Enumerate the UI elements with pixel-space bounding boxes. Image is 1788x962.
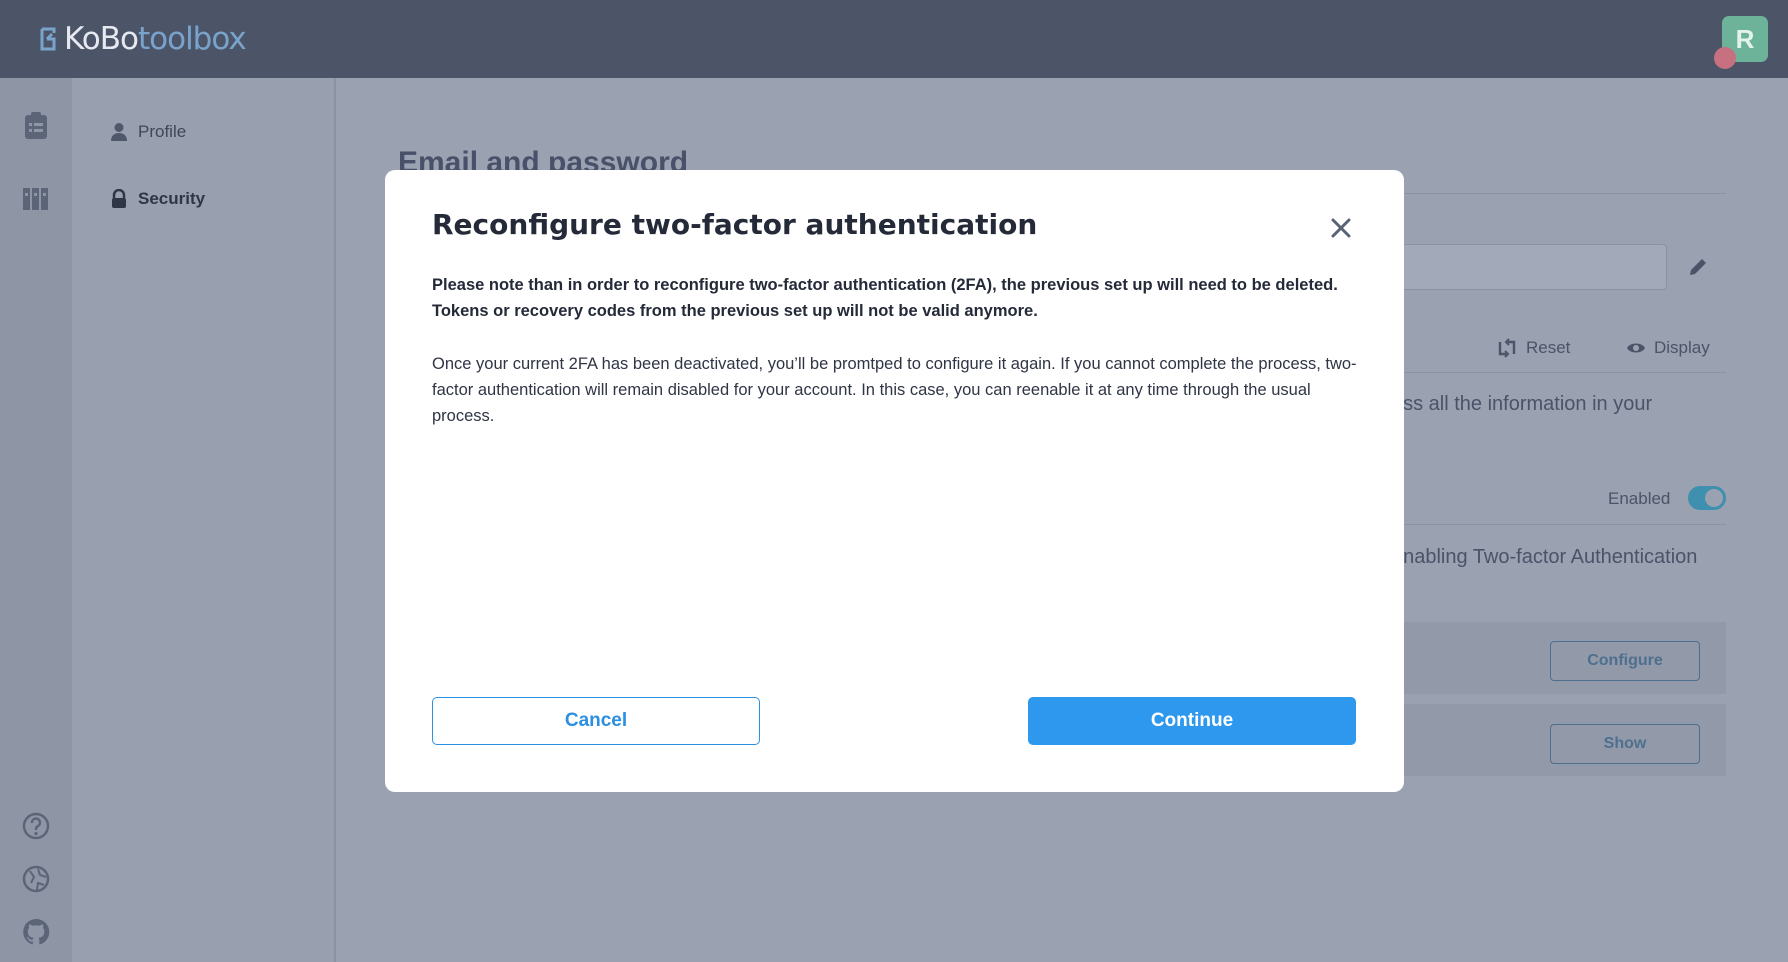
- top-header: KoBo toolbox R: [0, 0, 1788, 78]
- sidebar-item-label: Profile: [138, 122, 187, 141]
- warning-line-1: Please note than in order to reconfigure…: [432, 276, 1338, 294]
- sidebar-item-security[interactable]: Security: [110, 189, 205, 209]
- modal-title: Reconfigure two-factor authentication: [432, 208, 1038, 241]
- kobo-logo-icon: [40, 27, 56, 51]
- twofa-enabled-label: Enabled: [1608, 489, 1671, 508]
- reset-button[interactable]: Reset: [1496, 338, 1570, 358]
- user-icon: [111, 123, 127, 141]
- help-icon[interactable]: [20, 810, 52, 842]
- eye-icon: [1627, 343, 1645, 353]
- github-icon[interactable]: [20, 916, 52, 948]
- reset-label: Reset: [1526, 338, 1571, 357]
- reconfigure-2fa-modal: Reconfigure two-factor authentication Pl…: [385, 170, 1404, 792]
- sidebar-item-label: Security: [138, 189, 206, 208]
- twofa-divider: [1380, 524, 1726, 525]
- reset-icon: [1498, 338, 1516, 358]
- display-button[interactable]: Display: [1626, 338, 1710, 358]
- twofa-description-text: enabling Two-factor Authentication: [1392, 546, 1698, 568]
- forms-icon[interactable]: [20, 110, 52, 142]
- avatar-status-dot: [1714, 47, 1736, 69]
- configure-button[interactable]: Configure: [1550, 641, 1700, 681]
- email-field[interactable]: [1380, 244, 1667, 290]
- lock-icon: [112, 189, 126, 208]
- api-divider: [1380, 372, 1726, 373]
- continue-button[interactable]: Continue: [1028, 697, 1356, 745]
- kobotoolbox-logo[interactable]: KoBo toolbox: [38, 17, 247, 61]
- language-icon[interactable]: [20, 863, 52, 895]
- modal-body-text: Once your current 2FA has been deactivat…: [432, 355, 1357, 425]
- logo-text-kobo: KoBo: [64, 21, 139, 57]
- logo-text-toolbox: toolbox: [137, 21, 247, 57]
- sidebar-item-profile[interactable]: Profile: [110, 122, 186, 142]
- show-button[interactable]: Show: [1550, 724, 1700, 764]
- cancel-button[interactable]: Cancel: [432, 697, 760, 745]
- close-icon[interactable]: [1329, 216, 1353, 240]
- api-description-text: ess all the information in your: [1392, 393, 1653, 415]
- twofa-toggle[interactable]: [1688, 486, 1726, 510]
- account-sidebar: [72, 78, 336, 962]
- library-icon[interactable]: [20, 182, 52, 214]
- pencil-icon[interactable]: [1686, 255, 1710, 279]
- left-nav-rail: [0, 78, 72, 962]
- warning-line-2: Tokens or recovery codes from the previo…: [432, 302, 1038, 320]
- modal-warning-text: Please note than in order to reconfigure…: [432, 272, 1362, 324]
- display-label: Display: [1654, 338, 1710, 357]
